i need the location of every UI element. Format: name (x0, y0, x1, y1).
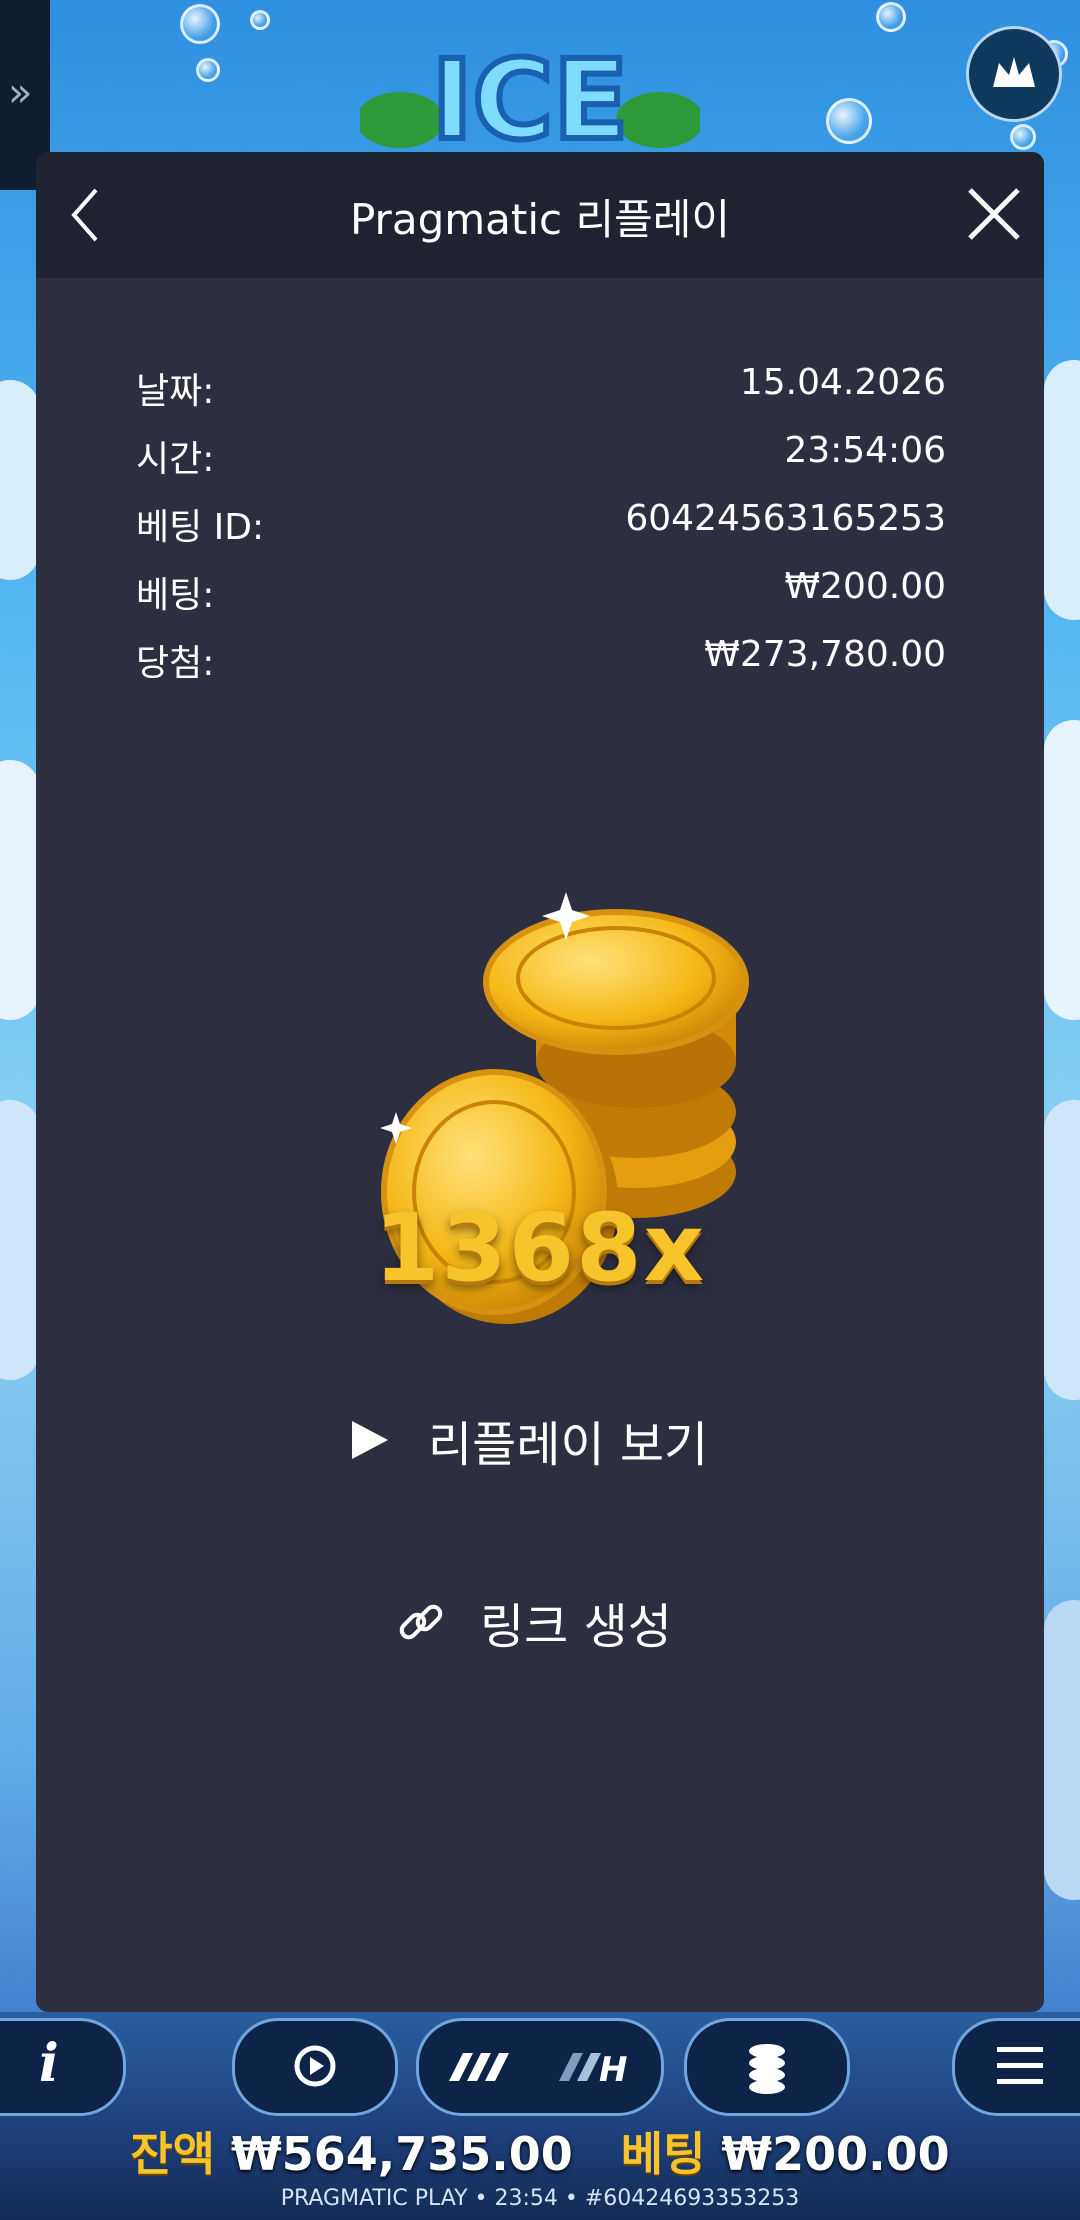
time-row: 시간: 23:54:06 (136, 430, 946, 498)
link-icon (399, 1604, 443, 1640)
turbo-speed-icon: H (449, 2050, 627, 2087)
reel-decoration (1044, 360, 1080, 620)
hamburger-menu-icon (997, 2047, 1043, 2084)
bet-label: 베팅: (136, 575, 215, 616)
close-button[interactable] (962, 182, 1026, 246)
info-icon: i (39, 2033, 59, 2094)
bubble-decoration (1010, 124, 1036, 150)
modal-header: Pragmatic 리플레이 (36, 152, 1044, 278)
bet-button[interactable] (684, 2018, 850, 2116)
double-chevron-right-icon: » (8, 70, 33, 116)
play-icon (352, 1421, 388, 1459)
autoplay-icon (294, 2045, 336, 2087)
replay-modal: Pragmatic 리플레이 날짜: 15.04.2026 시간: 23:54:… (36, 152, 1044, 2012)
bubble-decoration (826, 98, 872, 144)
close-icon (968, 188, 1020, 240)
watch-replay-label: 리플레이 보기 (428, 1417, 709, 1473)
turbo-speed-button[interactable]: H (416, 2018, 664, 2116)
balance-value: ₩564,735.00 (230, 2127, 573, 2181)
bubble-decoration (876, 2, 906, 32)
date-value: 15.04.2026 (739, 362, 946, 403)
watch-replay-button[interactable]: 리플레이 보기 (346, 1400, 786, 1480)
bet-amount-value: ₩200.00 (721, 2127, 950, 2181)
balance-label: 잔액 (130, 2127, 215, 2181)
reel-decoration (1044, 1100, 1080, 1400)
reel-decoration (1044, 720, 1080, 1020)
footer-info: PRAGMATIC PLAY • 23:54 • #60424693353253 (280, 2186, 800, 2211)
reel-decoration (0, 380, 40, 580)
game-logo-text: ICE (432, 36, 629, 160)
bet-row: 베팅: ₩200.00 (136, 566, 946, 634)
reel-decoration (0, 1100, 40, 1380)
bet-details: 날짜: 15.04.2026 시간: 23:54:06 베팅 ID: 60424… (136, 362, 946, 702)
balance-bet-line: 잔액 ₩564,735.00 베팅 ₩200.00 (0, 2118, 1080, 2184)
create-link-button[interactable]: 링크 생성 (396, 1582, 756, 1662)
win-multiplier: 1368x (373, 1194, 707, 1303)
crown-button[interactable] (966, 26, 1062, 122)
info-button[interactable]: i (0, 2018, 126, 2116)
modal-title: Pragmatic 리플레이 (349, 195, 731, 244)
menu-button[interactable] (952, 2018, 1080, 2116)
date-label: 날짜: (136, 371, 215, 412)
reel-decoration (0, 760, 40, 1020)
bet-id-row: 베팅 ID: 60424563165253 (136, 498, 946, 566)
bubble-decoration (196, 58, 220, 82)
game-logo: ICE (360, 33, 700, 160)
svg-text:H: H (599, 2050, 627, 2087)
date-row: 날짜: 15.04.2026 (136, 362, 946, 430)
bet-id-value: 60424563165253 (625, 498, 946, 539)
crown-icon (993, 57, 1035, 87)
time-value: 23:54:06 (784, 430, 946, 471)
time-label: 시간: (136, 439, 215, 480)
win-label: 당첨: (136, 643, 215, 684)
win-value: ₩273,780.00 (704, 634, 946, 675)
bubble-decoration (250, 10, 270, 30)
coin-stack-icon (749, 2044, 785, 2094)
bet-amount-label: 베팅 (620, 2127, 706, 2181)
autoplay-button[interactable] (232, 2018, 398, 2116)
win-row: 당첨: ₩273,780.00 (136, 634, 946, 702)
bet-value: ₩200.00 (784, 566, 946, 607)
bubble-decoration (180, 4, 220, 44)
reel-decoration (1044, 1600, 1080, 1900)
bet-id-label: 베팅 ID: (136, 507, 265, 548)
create-link-label: 링크 생성 (480, 1599, 672, 1655)
